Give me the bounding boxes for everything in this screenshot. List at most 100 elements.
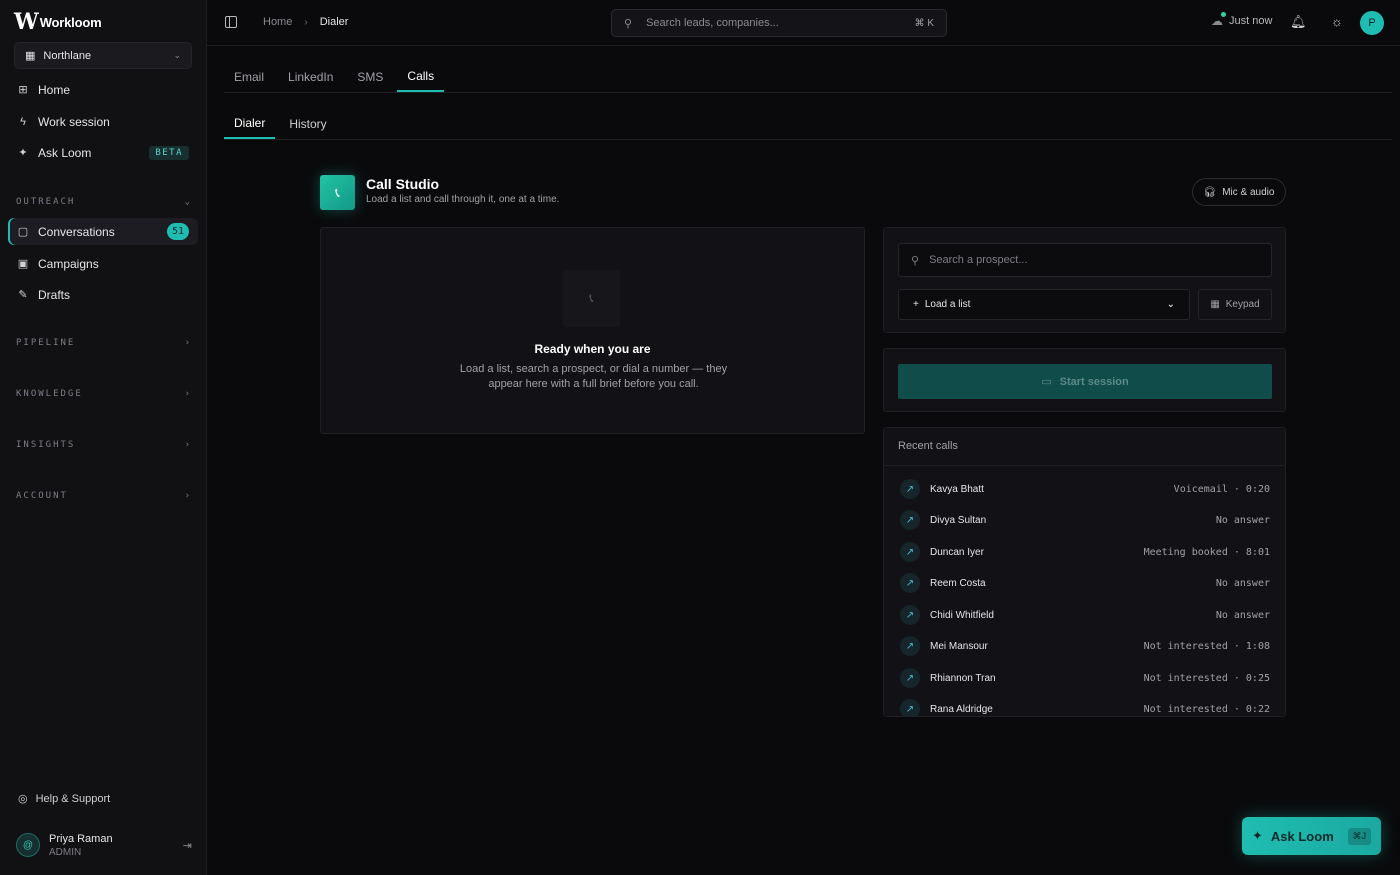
help-label: Help & Support [35, 792, 111, 805]
recent-calls-title: Recent calls [898, 440, 958, 452]
list-item[interactable]: ↗ Rana Aldridge Not interested · 0:22 [900, 699, 1270, 716]
sparkle-icon: ✦ [1252, 828, 1263, 843]
session-controls: ▭ Start session [883, 348, 1286, 412]
bell-icon[interactable]: 🔔︎ [1290, 14, 1307, 30]
page-subtitle: Load a list and call through it, one at … [366, 194, 560, 205]
load-list-label: Load a list [924, 299, 971, 310]
contact-name: Mei Mansour [930, 640, 988, 652]
message-icon: ▢ [17, 226, 29, 238]
avatar[interactable]: P [1360, 11, 1384, 35]
org-switcher[interactable]: ▦ Northlane ⌄ [14, 42, 192, 69]
tab-email[interactable]: Email [224, 62, 274, 92]
keypad-button[interactable]: ▦ Keypad [1198, 289, 1272, 320]
section-insights[interactable]: INSIGHTS › [16, 440, 192, 450]
sidebar-item-label: Ask Loom [38, 145, 92, 160]
start-session-label: Start session [1059, 375, 1129, 388]
list-item[interactable]: ↗ Divya Sultan No answer [900, 510, 1270, 530]
mic-audio-button[interactable]: 🎧︎ Mic & audio [1192, 178, 1286, 206]
list-item[interactable]: ↗ Chidi Whitfield No answer [900, 605, 1270, 625]
sparkle-icon: ✦ [18, 147, 28, 159]
pencil-icon: ✎ [18, 289, 28, 301]
load-list-select[interactable]: + Load a list ⌄ [898, 289, 1190, 320]
help-support-link[interactable]: ◎ Help & Support [18, 792, 111, 806]
recent-calls-panel: Recent calls ↗ Kavya Bhatt Voicemail · 0… [883, 427, 1286, 717]
user-name: Priya Raman [49, 832, 113, 845]
sidebar-item-conversations[interactable]: ▢ Conversations 51 [8, 218, 198, 245]
sidebar-toggle-icon[interactable] [225, 16, 237, 28]
search-shortcut: ⌘ K [914, 17, 934, 29]
phone-icon: 📞︎ [563, 270, 620, 327]
app-logo[interactable]: W Workloom [14, 9, 102, 35]
prospect-controls: ⚲ Search a prospect... + Load a list ⌄ ▦… [883, 227, 1286, 333]
section-title: OUTREACH [16, 197, 76, 207]
list-item[interactable]: ↗ Kavya Bhatt Voicemail · 0:20 [900, 479, 1270, 499]
section-outreach[interactable]: OUTREACH ⌄ [16, 197, 192, 207]
mic-audio-label: Mic & audio [1222, 186, 1275, 198]
outgoing-call-icon: ↗ [900, 699, 920, 716]
lifebuoy-icon: ◎ [18, 793, 28, 805]
sync-status[interactable]: ☁ Just now [1211, 12, 1273, 28]
global-search[interactable]: ⚲ Search leads, companies... ⌘ K [611, 9, 947, 37]
chevron-right-icon: › [184, 440, 192, 450]
sun-icon[interactable]: ☼ [1331, 14, 1343, 29]
section-title: ACCOUNT [16, 491, 68, 501]
phone-transfer-icon: 📞︎ [320, 175, 355, 210]
tab-calls[interactable]: Calls [397, 62, 445, 92]
sidebar-item-label: Home [38, 82, 71, 97]
user-role: ADMIN [49, 846, 82, 858]
breadcrumb: Home › Dialer [263, 16, 348, 28]
call-outcome: No answer [1215, 577, 1270, 589]
beta-badge: BETA [149, 145, 189, 160]
outgoing-call-icon: ↗ [900, 636, 920, 656]
tab-sms[interactable]: SMS [347, 62, 393, 92]
sidebar-item-home[interactable]: ⊞ Home [8, 76, 198, 103]
list-item[interactable]: ↗ Duncan Iyer Meeting booked · 8:01 [900, 542, 1270, 562]
outgoing-call-icon: ↗ [900, 479, 920, 499]
contact-name: Rana Aldridge [930, 703, 993, 715]
call-outcome: Meeting booked · 8:01 [1143, 546, 1270, 558]
list-item[interactable]: ↗ Mei Mansour Not interested · 1:08 [900, 636, 1270, 656]
sync-time: Just now [1229, 15, 1273, 27]
prospect-search-placeholder: Search a prospect... [929, 254, 1028, 266]
sidebar-item-work-session[interactable]: ϟ Work session [8, 108, 198, 135]
prospect-search-input[interactable]: ⚲ Search a prospect... [898, 243, 1272, 277]
tab-linkedin[interactable]: LinkedIn [278, 62, 343, 92]
logout-icon[interactable]: ⇥ [183, 839, 192, 852]
outgoing-call-icon: ↗ [900, 668, 920, 688]
outgoing-call-icon: ↗ [900, 573, 920, 593]
section-title: INSIGHTS [16, 440, 76, 450]
headphones-icon: 🎧︎ [1203, 186, 1217, 198]
search-icon: ⚲ [911, 254, 920, 267]
chevron-down-icon: ⌄ [184, 197, 192, 207]
messages-icon: ▣ [17, 258, 29, 270]
section-pipeline[interactable]: PIPELINE › [16, 338, 192, 348]
call-outcome: No answer [1215, 514, 1270, 526]
user-profile: @ Priya Raman ADMIN ⇥ [16, 829, 192, 861]
org-name: Northlane [43, 49, 92, 62]
breadcrumb-home[interactable]: Home [263, 16, 292, 28]
contact-name: Chidi Whitfield [930, 609, 994, 621]
tab-history[interactable]: History [279, 109, 336, 139]
contact-name: Kavya Bhatt [930, 483, 984, 495]
sidebar-item-ask-loom[interactable]: ✦ Ask Loom BETA [8, 139, 198, 166]
ask-loom-button[interactable]: ✦ Ask Loom ⌘J [1242, 817, 1381, 855]
section-title: PIPELINE [16, 338, 76, 348]
tab-dialer[interactable]: Dialer [224, 109, 276, 139]
list-item[interactable]: ↗ Rhiannon Tran Not interested · 0:25 [900, 668, 1270, 688]
start-session-button[interactable]: ▭ Start session [898, 364, 1272, 399]
search-placeholder: Search leads, companies... [646, 17, 779, 29]
divider [884, 465, 1285, 466]
avatar[interactable]: @ [16, 833, 40, 857]
section-knowledge[interactable]: KNOWLEDGE › [16, 389, 192, 399]
sidebar-item-label: Work session [38, 114, 110, 129]
sidebar-item-drafts[interactable]: ✎ Drafts [8, 281, 198, 308]
unread-count-badge: 51 [167, 223, 189, 240]
sidebar-item-campaigns[interactable]: ▣ Campaigns [8, 250, 198, 277]
keypad-label: Keypad [1225, 299, 1260, 310]
grid-icon: ⊞ [18, 84, 28, 96]
section-account[interactable]: ACCOUNT › [16, 491, 192, 501]
section-title: KNOWLEDGE [16, 389, 83, 399]
list-item[interactable]: ↗ Reem Costa No answer [900, 573, 1270, 593]
call-outcome: No answer [1215, 609, 1270, 621]
sidebar-item-label: Drafts [38, 287, 71, 302]
